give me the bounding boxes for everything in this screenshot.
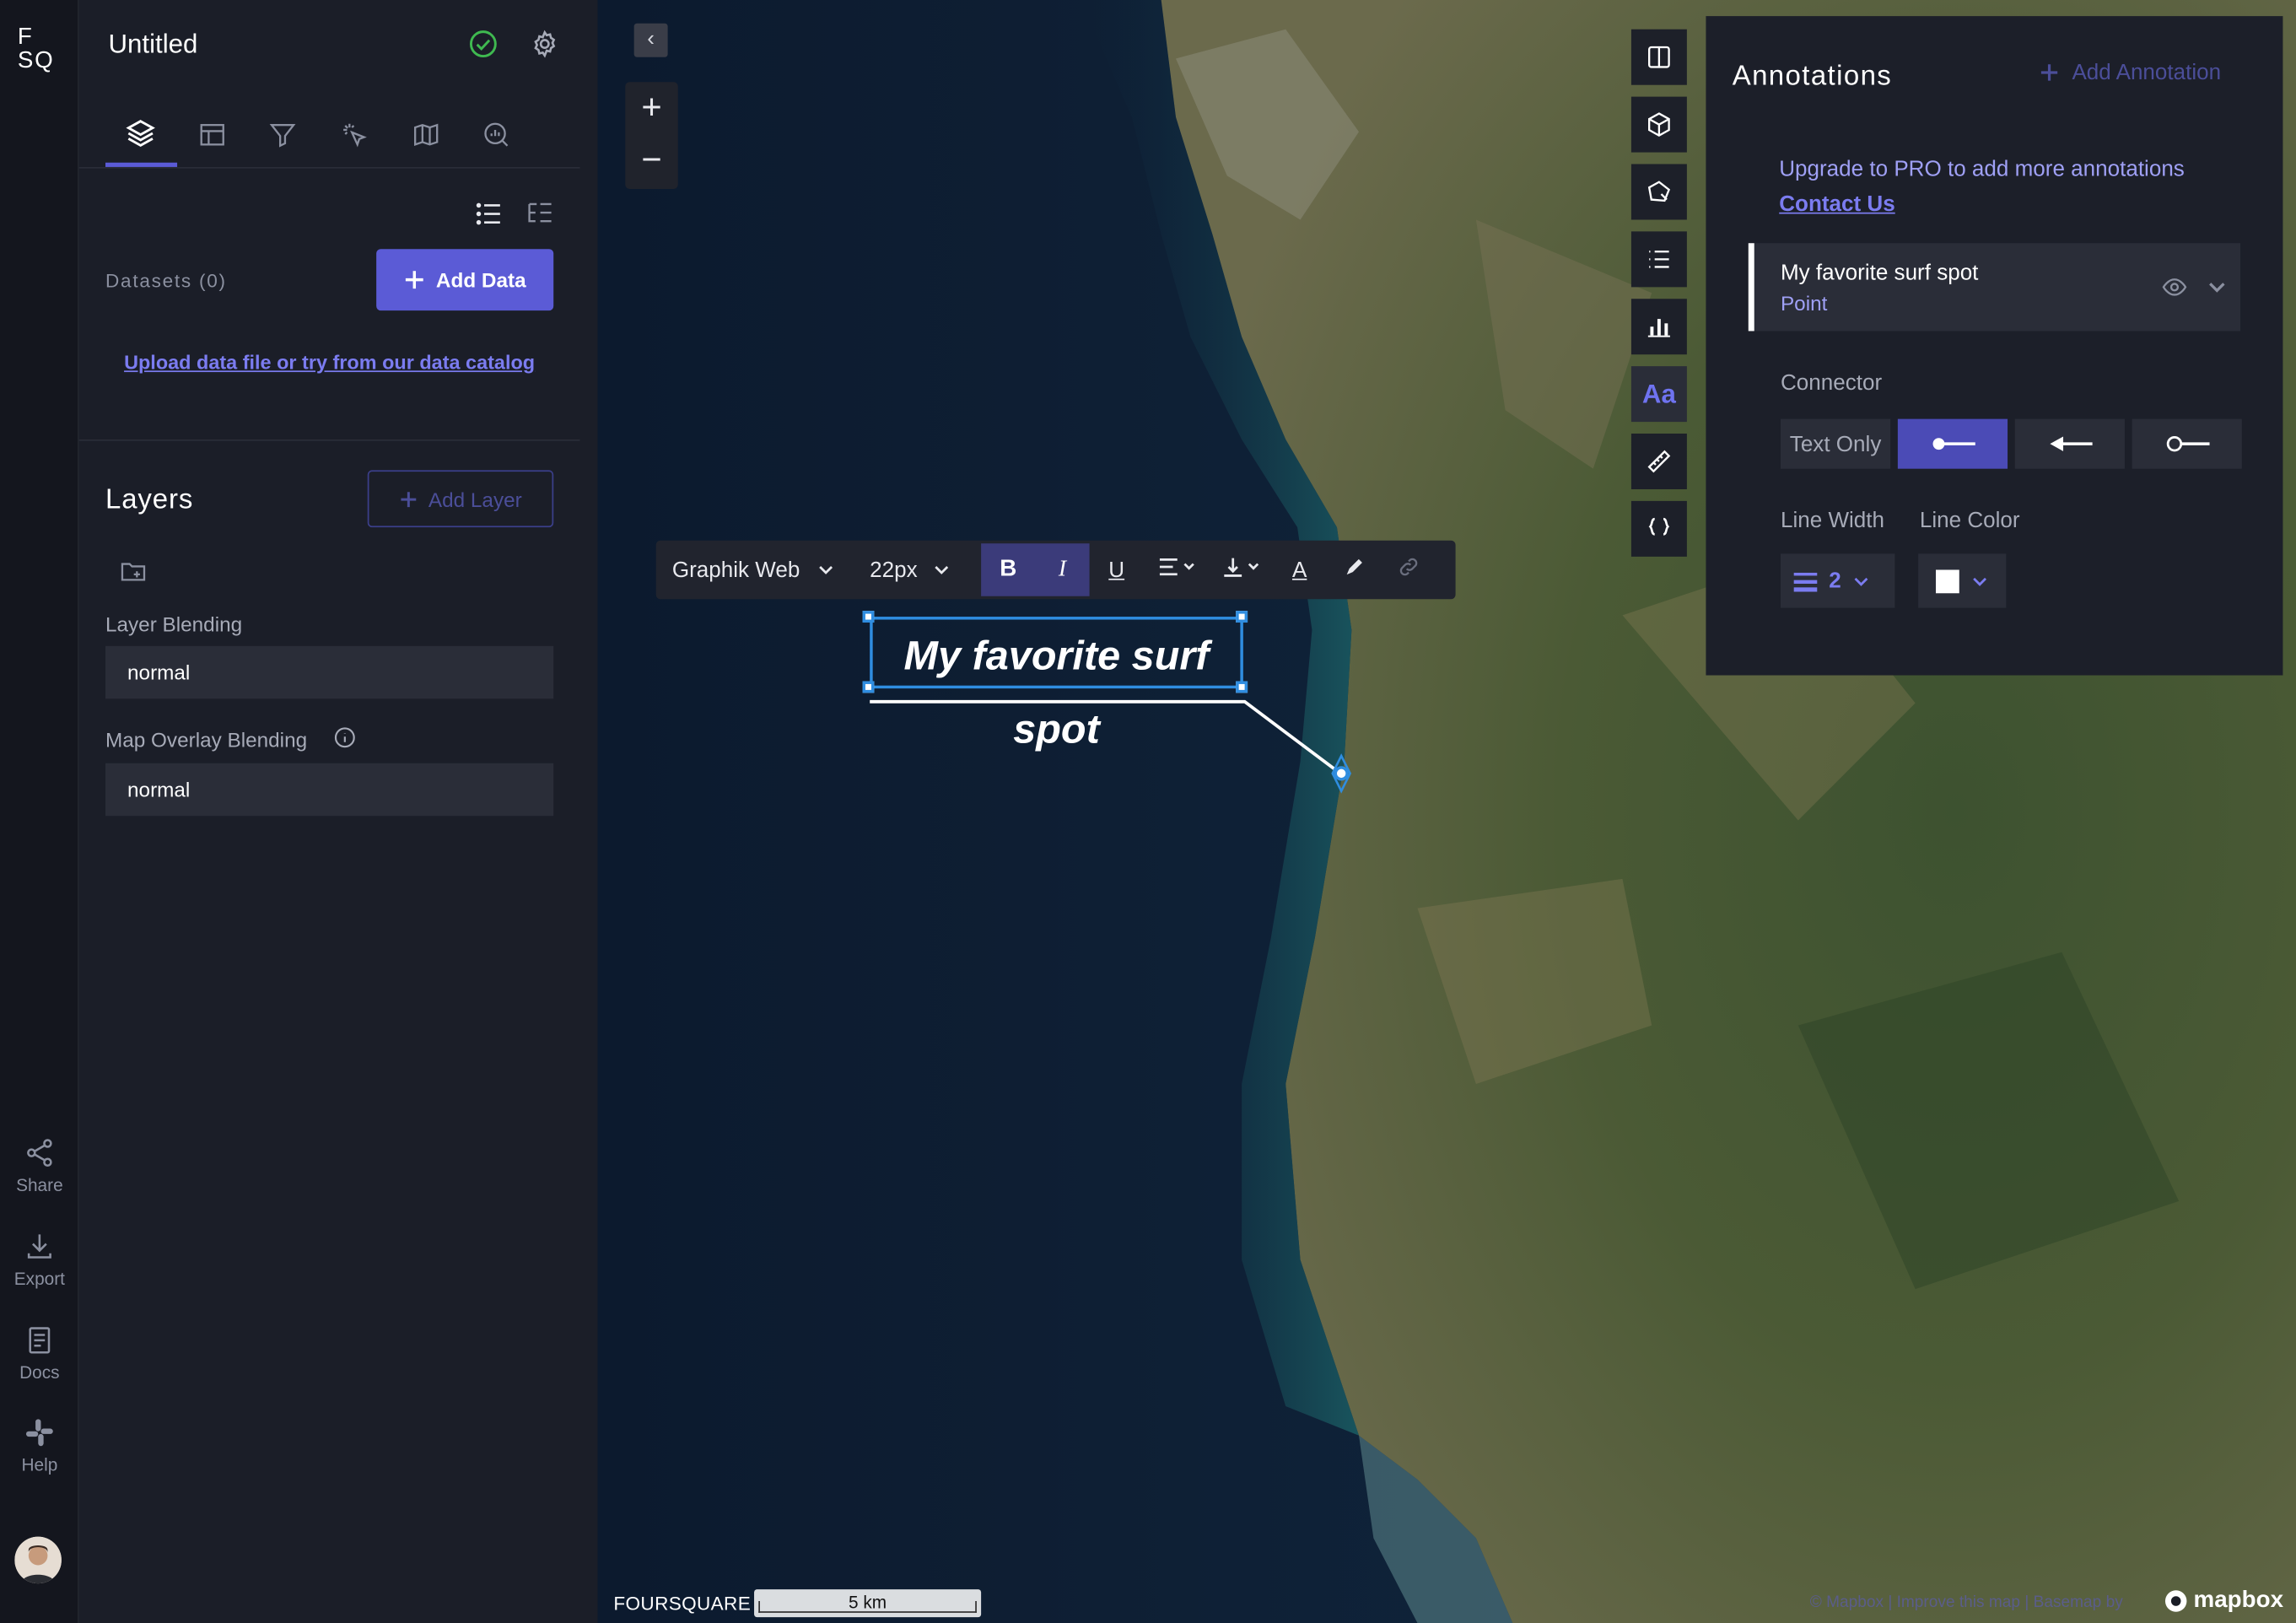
italic-button[interactable]: I	[1035, 543, 1089, 596]
chevron-down-icon	[934, 566, 948, 574]
plus-icon	[2040, 64, 2058, 81]
list-icon	[1649, 251, 1669, 268]
font-select[interactable]: Graphik Web	[656, 558, 847, 582]
line-width-label: Line Width	[1780, 508, 1885, 534]
annotation-card[interactable]: My favorite surf spot Point	[1748, 243, 2241, 332]
annotation-text[interactable]: My favorite surf spot	[870, 617, 1243, 752]
chevron-down-icon[interactable]	[2207, 277, 2227, 305]
polygon-icon	[1647, 181, 1671, 202]
chevron-down-icon	[1855, 577, 1868, 585]
line-weight-icon	[1793, 572, 1818, 591]
eye-icon[interactable]	[2161, 274, 2187, 308]
upgrade-message: Upgrade to PRO to add more annotations C…	[1779, 156, 2185, 218]
align-bottom-icon	[1224, 558, 1259, 577]
circle-line-icon	[2165, 435, 2209, 452]
foursquare-wordmark: FOURSQUARE	[613, 1592, 752, 1615]
json-editor-button[interactable]	[1630, 500, 1687, 557]
link-icon	[1399, 558, 1417, 576]
contact-us-link[interactable]: Contact Us	[1779, 191, 1894, 217]
connector-arrow[interactable]	[2014, 418, 2125, 469]
annotation-card-type: Point	[1780, 291, 1828, 315]
line-width-select[interactable]: 2	[1780, 553, 1895, 608]
underline-button[interactable]: U	[1090, 558, 1144, 583]
format-group: B I	[981, 543, 1090, 596]
map-toolbar: Aa	[1630, 29, 1687, 569]
align-left-icon	[1159, 558, 1194, 576]
ruler-icon	[1647, 450, 1671, 473]
annotation-card-title: My favorite surf spot	[1780, 261, 1979, 286]
line-color-label: Line Color	[1919, 508, 2020, 534]
line-color-select[interactable]	[1918, 553, 2007, 608]
bold-button[interactable]: B	[981, 543, 1035, 596]
pen-icon	[1345, 558, 1362, 575]
map-attribution[interactable]: © Mapbox | Improve this map | Basemap by	[1810, 1593, 2123, 1611]
add-annotation-button[interactable]: Add Annotation	[2040, 60, 2221, 85]
mapbox-icon	[2164, 1590, 2187, 1612]
split-map-button[interactable]	[1630, 29, 1687, 85]
resize-handle[interactable]	[862, 681, 875, 693]
align-select[interactable]	[1144, 557, 1211, 583]
resize-handle[interactable]	[1236, 681, 1248, 693]
connector-label: Connector	[1780, 370, 1883, 396]
draw-polygon-button[interactable]	[1630, 164, 1687, 220]
resize-handle[interactable]	[1236, 611, 1248, 623]
connector-options: Text Only	[1780, 418, 2242, 469]
3d-view-button[interactable]	[1630, 96, 1687, 153]
color-swatch	[1935, 569, 1959, 593]
text-format-toolbar: Graphik Web 22px B I U A	[655, 540, 1456, 600]
chevron-down-icon	[819, 566, 833, 574]
mapbox-logo[interactable]: mapbox	[2164, 1588, 2283, 1614]
scale-bar: 5 km	[754, 1589, 982, 1618]
annotations-panel: Annotations Add Annotation Upgrade to PR…	[1706, 16, 2283, 676]
split-icon	[1647, 46, 1670, 68]
connector-circle[interactable]	[2132, 418, 2242, 469]
scale-label: 5 km	[848, 1592, 887, 1613]
cube-icon	[1647, 112, 1670, 137]
annotations-title: Annotations	[1732, 61, 1893, 93]
vertical-align-select[interactable]	[1211, 557, 1273, 583]
font-size-select[interactable]: 22px	[846, 558, 978, 582]
connector-dot-line[interactable]	[1897, 418, 2008, 469]
chevron-down-icon	[1973, 577, 1986, 585]
arrow-line-icon	[2049, 436, 2092, 451]
chart-button[interactable]	[1630, 299, 1687, 355]
text-color-button[interactable]: A	[1273, 558, 1327, 583]
legend-button[interactable]	[1630, 231, 1687, 288]
annotation-text-button[interactable]: Aa	[1630, 366, 1687, 423]
link-button[interactable]	[1381, 555, 1435, 585]
braces-icon	[1648, 517, 1670, 536]
highlight-button[interactable]	[1327, 557, 1381, 583]
measure-button[interactable]	[1630, 434, 1687, 489]
bar-chart-icon	[1647, 319, 1670, 337]
resize-handle[interactable]	[862, 611, 875, 623]
dot-line-icon	[1932, 438, 1975, 450]
connector-text-only[interactable]: Text Only	[1780, 418, 1891, 469]
